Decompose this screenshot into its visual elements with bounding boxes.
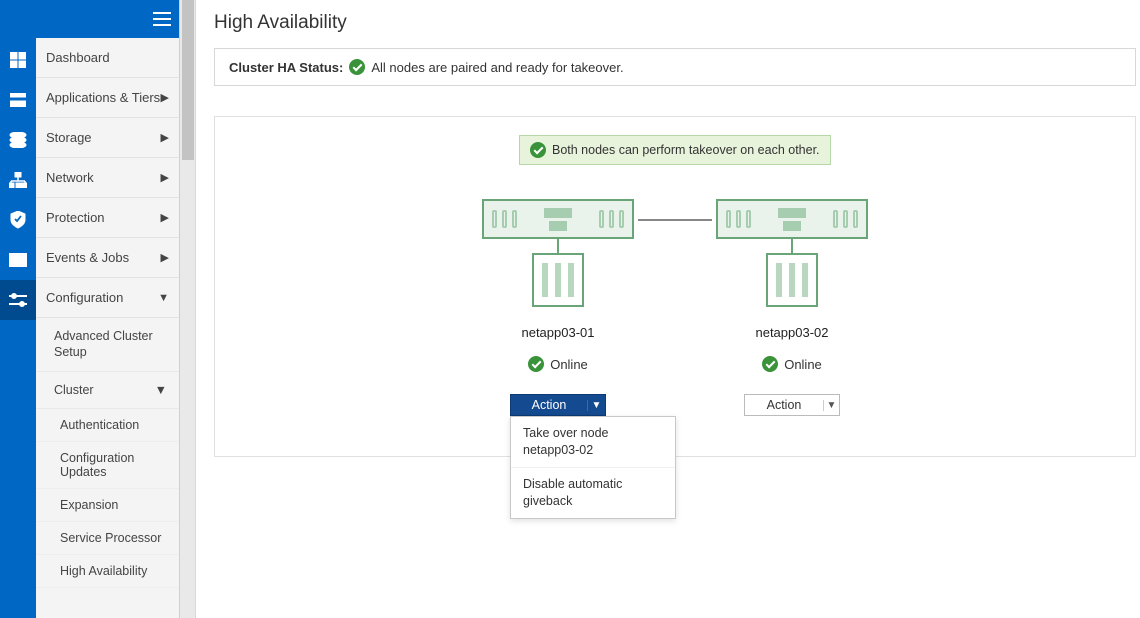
sidebar-item-protection[interactable]: Protection ▶ — [36, 198, 179, 238]
sidebar-item-label: Network — [46, 170, 94, 185]
check-icon — [349, 59, 365, 75]
sidebar-item-label: Storage — [46, 130, 92, 145]
home-icon-cell — [0, 0, 36, 40]
node-name: netapp03-02 — [755, 325, 828, 340]
check-icon — [762, 356, 778, 372]
nodes-diagram: netapp03-01 Online Action ▼ Take over no… — [215, 199, 1135, 416]
caret-down-icon: ▼ — [587, 400, 605, 411]
ha-connector-line — [638, 219, 712, 221]
cluster-ha-status-bar: Cluster HA Status: All nodes are paired … — [214, 48, 1136, 86]
chevron-right-icon: ▶ — [161, 131, 169, 144]
sidebar-leaf-authentication[interactable]: Authentication — [36, 409, 179, 442]
connector-stem — [557, 239, 559, 253]
main-content: High Availability Cluster HA Status: All… — [196, 0, 1140, 618]
sidebar-item-label: Events & Jobs — [46, 250, 129, 265]
node-status-text: Online — [550, 357, 588, 372]
chevron-right-icon: ▶ — [161, 171, 169, 184]
sidebar-item-label: Protection — [46, 210, 105, 225]
action-menu: Take over node netapp03-02 Disable autom… — [510, 416, 676, 519]
node-card: netapp03-01 Online Action ▼ Take over no… — [478, 199, 638, 416]
node-card: netapp03-02 Online Action ▼ — [712, 199, 872, 416]
controller-icon — [482, 199, 634, 239]
sidebar-item-label: Configuration — [46, 290, 123, 305]
sidebar-item-events[interactable]: Events & Jobs ▶ — [36, 238, 179, 278]
sidebar-item-applications[interactable]: Applications & Tiers ▶ — [36, 78, 179, 118]
chevron-right-icon: ▶ — [161, 251, 169, 264]
check-icon — [530, 142, 546, 158]
sidebar-item-dashboard[interactable]: Dashboard — [36, 38, 179, 78]
sidebar-sub-cluster[interactable]: Cluster ▼ — [36, 372, 179, 409]
sidebar-sub-label: Cluster — [54, 382, 94, 398]
storage-icon[interactable] — [0, 120, 36, 160]
sidebar-top-bar — [36, 0, 179, 38]
chevron-down-icon: ▼ — [158, 292, 169, 304]
ha-status-text: All nodes are paired and ready for takeo… — [371, 60, 623, 75]
caret-down-icon: ▼ — [823, 400, 839, 411]
hamburger-button[interactable] — [36, 0, 179, 38]
node-action-button[interactable]: Action ▼ — [744, 394, 840, 416]
chevron-down-icon: ▼ — [155, 382, 167, 398]
events-icon[interactable] — [0, 240, 36, 280]
configuration-icon[interactable] — [0, 280, 36, 320]
sidebar-leaf-expansion[interactable]: Expansion — [36, 489, 179, 522]
ha-panel: Both nodes can perform takeover on each … — [214, 116, 1136, 457]
dashboard-icon[interactable] — [0, 40, 36, 80]
applications-icon[interactable] — [0, 80, 36, 120]
chevron-right-icon: ▶ — [161, 211, 169, 224]
sidebar-item-network[interactable]: Network ▶ — [36, 158, 179, 198]
sidebar-sub-advanced-cluster-setup[interactable]: Advanced Cluster Setup — [36, 318, 179, 372]
network-icon[interactable] — [0, 160, 36, 200]
sidebar-leaf-configuration-updates[interactable]: Configuration Updates — [36, 442, 179, 489]
check-icon — [528, 356, 544, 372]
sidebar-item-configuration[interactable]: Configuration ▼ — [36, 278, 179, 318]
node-action-button[interactable]: Action ▼ — [510, 394, 606, 416]
action-button-label: Action — [511, 398, 587, 412]
node-status-text: Online — [784, 357, 822, 372]
sidebar-leaf-service-processor[interactable]: Service Processor — [36, 522, 179, 555]
takeover-info-text: Both nodes can perform takeover on each … — [552, 143, 820, 157]
sidebar: Dashboard Applications & Tiers ▶ Storage… — [36, 0, 180, 618]
node-status: Online — [762, 356, 822, 372]
nav-icon-column — [0, 0, 36, 618]
chevron-right-icon: ▶ — [161, 91, 169, 104]
sidebar-item-storage[interactable]: Storage ▶ — [36, 118, 179, 158]
ha-status-label: Cluster HA Status: — [229, 60, 343, 75]
sidebar-sub-label: Advanced Cluster Setup — [54, 328, 167, 361]
protection-icon[interactable] — [0, 200, 36, 240]
scrollbar[interactable] — [180, 0, 196, 618]
menu-item-takeover[interactable]: Take over node netapp03-02 — [511, 417, 675, 468]
node-name: netapp03-01 — [521, 325, 594, 340]
connector-stem — [791, 239, 793, 253]
hamburger-icon — [153, 12, 171, 26]
sidebar-item-label: Applications & Tiers — [46, 90, 160, 105]
page-title: High Availability — [214, 12, 1140, 34]
disk-shelf-icon — [766, 253, 818, 307]
action-button-label: Action — [745, 398, 823, 412]
scrollbar-thumb[interactable] — [182, 0, 194, 160]
sidebar-item-label: Dashboard — [46, 50, 110, 65]
menu-item-disable-giveback[interactable]: Disable automatic giveback — [511, 468, 675, 518]
disk-shelf-icon — [532, 253, 584, 307]
takeover-info-box: Both nodes can perform takeover on each … — [519, 135, 831, 165]
sidebar-leaf-high-availability[interactable]: High Availability — [36, 555, 179, 588]
controller-icon — [716, 199, 868, 239]
node-status: Online — [528, 356, 588, 372]
